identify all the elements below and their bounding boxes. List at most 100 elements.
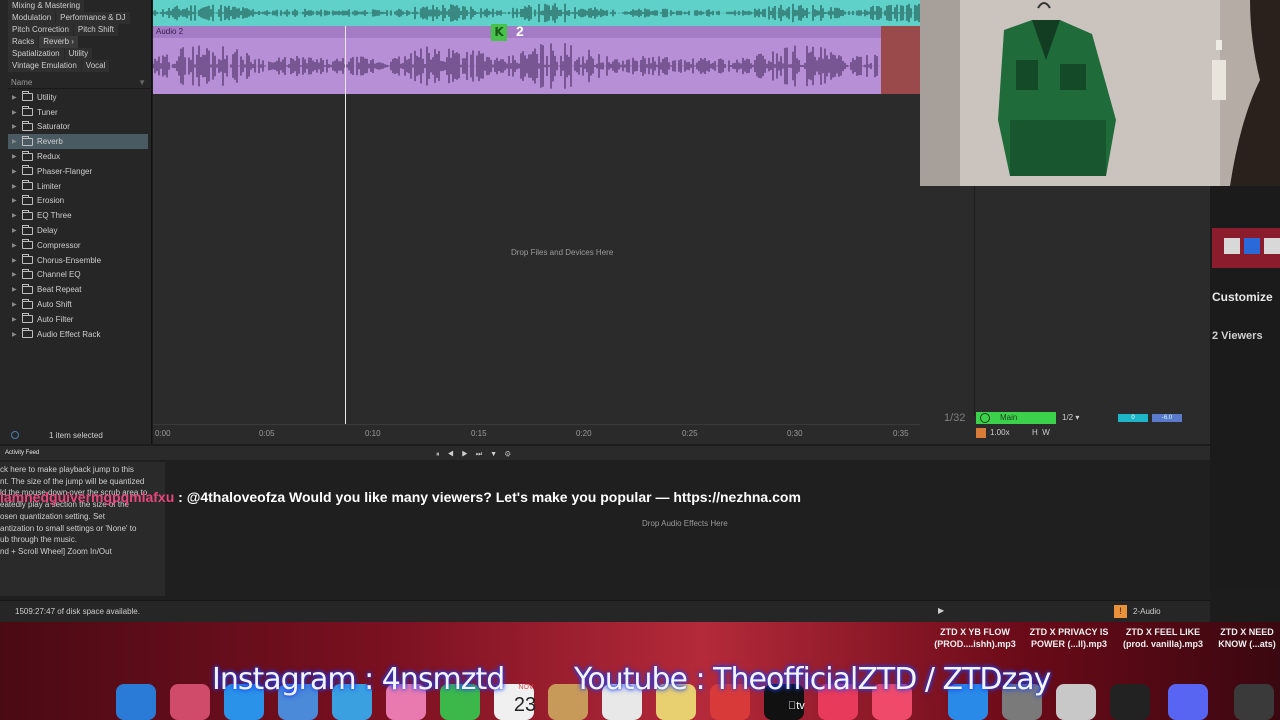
viewer-count: 2 Viewers bbox=[1212, 330, 1263, 342]
device-folder[interactable]: ▶ Redux bbox=[8, 149, 148, 164]
sort-icon[interactable]: ▼ bbox=[138, 77, 146, 89]
warning-icon[interactable]: ! bbox=[1114, 605, 1127, 618]
w-button[interactable]: W bbox=[1042, 428, 1050, 437]
preview-icon[interactable] bbox=[11, 431, 19, 439]
time-ruler[interactable]: 0:00 0:05 0:10 0:15 0:20 0:25 0:30 0:35 bbox=[153, 424, 920, 444]
device-folder[interactable]: ▶ Beat Repeat bbox=[8, 282, 148, 297]
device-folder[interactable]: ▶ Saturator bbox=[8, 120, 148, 135]
expand-arrow-icon[interactable]: ▶ bbox=[12, 242, 22, 249]
device-folder[interactable]: ▶ Auto Filter bbox=[8, 312, 148, 327]
device-folder[interactable]: ▶ EQ Three bbox=[8, 208, 148, 223]
expand-arrow-icon[interactable]: ▶ bbox=[12, 109, 22, 116]
desktop-file[interactable]: ZTD X YB FLOW (PROD....ishh).mp3 bbox=[930, 626, 1020, 650]
chat-username: iamnedguivermgpqmlafxu bbox=[0, 489, 175, 505]
expand-arrow-icon[interactable]: ▶ bbox=[12, 271, 22, 278]
device-folder[interactable]: ▶ Erosion bbox=[8, 194, 148, 209]
ruler-tick: 0:00 bbox=[155, 429, 171, 438]
tag-mixing-mastering[interactable]: Mixing & Mastering bbox=[8, 0, 85, 12]
clip-end-region[interactable] bbox=[881, 26, 920, 94]
launchpad-icon[interactable] bbox=[170, 684, 210, 720]
device-folder[interactable]: ▶ Tuner bbox=[8, 105, 148, 120]
tag-reverb[interactable]: Reverb › bbox=[39, 36, 78, 48]
expand-arrow-icon[interactable]: ▶ bbox=[12, 257, 22, 264]
chat-text: : @4thaloveofza Would you like many view… bbox=[174, 489, 801, 505]
expand-arrow-icon[interactable]: ▶ bbox=[12, 227, 22, 234]
tag-racks[interactable]: Racks bbox=[8, 36, 39, 48]
audio-track-1[interactable] bbox=[153, 0, 920, 26]
playhead[interactable] bbox=[345, 26, 346, 424]
expand-arrow-icon[interactable]: ▶ bbox=[12, 94, 22, 101]
finder-icon[interactable] bbox=[116, 684, 156, 720]
expand-arrow-icon[interactable]: ▶ bbox=[12, 153, 22, 160]
tag-vintage-emulation[interactable]: Vintage Emulation bbox=[8, 60, 81, 72]
file-name-line1: ZTD X FEEL LIKE bbox=[1125, 627, 1201, 637]
expand-arrow-icon[interactable]: ▶ bbox=[12, 212, 22, 219]
device-folder[interactable]: ▶ Chorus-Ensemble bbox=[8, 253, 148, 268]
file-name-line2: (PROD....ishh).mp3 bbox=[934, 639, 1016, 649]
discord-icon[interactable] bbox=[1168, 684, 1208, 720]
device-folder[interactable]: ▶ Limiter bbox=[8, 179, 148, 194]
desktop-file[interactable]: ZTD X PRIVACY IS POWER (...ll).mp3 bbox=[1024, 626, 1114, 650]
info-panel: ck here to make playback jump to this nt.… bbox=[0, 462, 165, 596]
device-folder[interactable]: ▶ Phaser-Flanger bbox=[8, 164, 148, 179]
quantize-dropdown[interactable]: 1/2 ▾ bbox=[1062, 412, 1112, 424]
expand-arrow-icon[interactable]: ▶ bbox=[12, 286, 22, 293]
device-folder[interactable]: ▶ Auto Shift bbox=[8, 297, 148, 312]
device-folder-label: Chorus-Ensemble bbox=[37, 255, 102, 265]
expand-arrow-icon[interactable]: ▶ bbox=[12, 301, 22, 308]
selected-track-name[interactable]: 2-Audio bbox=[1133, 607, 1161, 616]
device-folder[interactable]: ▶ Reverb bbox=[8, 134, 148, 150]
disk-space-status: 1509:27:47 of disk space available. bbox=[15, 607, 140, 616]
chrome-icon[interactable] bbox=[1234, 684, 1274, 720]
info-text-line: nd + Scroll Wheel] Zoom In/Out bbox=[0, 546, 112, 556]
quantization-fraction[interactable]: 1/32 bbox=[944, 412, 965, 424]
tag-performance-dj[interactable]: Performance & DJ bbox=[56, 12, 130, 24]
speed-control[interactable]: 1.00x bbox=[976, 428, 1010, 438]
browser-status-bar: 1 item selected bbox=[0, 428, 152, 442]
desktop-file[interactable]: ZTD X NEED KNOW (...ats) bbox=[1214, 626, 1280, 650]
utility-app-icon[interactable] bbox=[1056, 684, 1096, 720]
level-meter-a[interactable]: 0 bbox=[1118, 414, 1148, 422]
obs-icon[interactable] bbox=[1110, 684, 1150, 720]
expand-arrow-icon[interactable]: ▶ bbox=[12, 183, 22, 190]
detail-view[interactable]: Activity Feed ⏸ ◀ ▶ ⏭ ▼ ⚙ ck here to mak… bbox=[0, 446, 1210, 600]
name-column-header[interactable]: Name ▼ bbox=[8, 77, 152, 89]
device-tree: ▶ Utility ▶ Tuner ▶ Saturator ▶ Reverb ▶ Redux ▶ Ph… bbox=[8, 90, 148, 342]
stream-overlay-strip: Customize 2 Viewers bbox=[1210, 186, 1280, 586]
tag-pitch-correction[interactable]: Pitch Correction bbox=[8, 24, 73, 36]
tag-utility[interactable]: Utility bbox=[64, 48, 93, 60]
expand-arrow-icon[interactable]: ▶ bbox=[12, 168, 22, 175]
folder-icon bbox=[22, 328, 33, 339]
level-meter-b[interactable]: -6.0 bbox=[1152, 414, 1182, 422]
device-folder[interactable]: ▶ Compressor bbox=[8, 238, 148, 253]
play-circle-icon[interactable] bbox=[980, 413, 990, 423]
expand-arrow-icon[interactable]: ▶ bbox=[12, 197, 22, 204]
feed-controls-icon[interactable]: ⏸ ◀ ▶ ⏭ ▼ ⚙ bbox=[436, 448, 514, 462]
device-folder[interactable]: ▶ Utility bbox=[8, 90, 148, 105]
expand-arrow-icon[interactable]: ▶ bbox=[12, 331, 22, 338]
device-folder[interactable]: ▶ Channel EQ bbox=[8, 268, 148, 283]
expand-arrow-icon[interactable]: ▶ bbox=[12, 123, 22, 130]
tv-label: tv bbox=[788, 700, 805, 712]
customize-button[interactable]: Customize bbox=[1212, 290, 1273, 304]
ruler-tick: 0:20 bbox=[576, 429, 592, 438]
device-folder[interactable]: ▶ Delay bbox=[8, 223, 148, 238]
expand-arrow-icon[interactable]: ▶ bbox=[12, 138, 22, 145]
expand-arrow-icon[interactable]: ▶ bbox=[12, 316, 22, 323]
arrangement-view[interactable]: Audio 2 Drop Files and Devices Here K 2 … bbox=[153, 0, 920, 444]
tag-spatialization[interactable]: Spatialization bbox=[8, 48, 64, 60]
tag-vocal[interactable]: Vocal bbox=[81, 60, 110, 72]
device-folder-label: Saturator bbox=[37, 122, 70, 132]
h-button[interactable]: H bbox=[1032, 428, 1038, 437]
tag-pitch-shift[interactable]: Pitch Shift bbox=[73, 24, 118, 36]
play-icon[interactable]: ▶ bbox=[938, 606, 944, 615]
desktop-file[interactable]: ZTD X FEEL LIKE (prod. vanilla).mp3 bbox=[1118, 626, 1208, 650]
device-folder[interactable]: ▶ Audio Effect Rack bbox=[8, 327, 148, 342]
file-name-line1: ZTD X NEED bbox=[1220, 627, 1274, 637]
stream-thumbnail bbox=[1212, 228, 1280, 268]
hw-buttons[interactable]: H W bbox=[1032, 428, 1050, 437]
calendar-month: NOV bbox=[518, 684, 534, 691]
audio-track-2[interactable]: Audio 2 bbox=[153, 26, 920, 94]
device-folder-label: Delay bbox=[37, 226, 58, 236]
tag-modulation[interactable]: Modulation bbox=[8, 12, 56, 24]
